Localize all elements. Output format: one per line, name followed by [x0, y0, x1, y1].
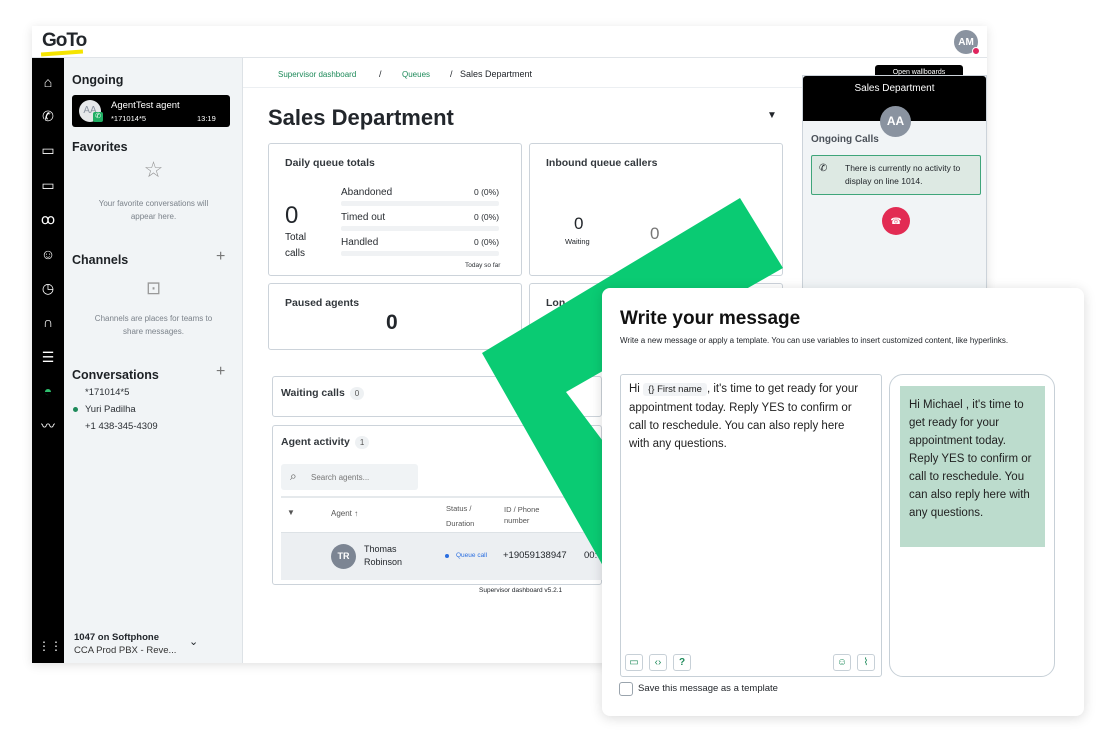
sms-preview: Hi Michael , it's time to get ready for …	[889, 374, 1055, 677]
code-variable-icon[interactable]: ‹›	[649, 654, 667, 671]
message-text: Hi {} First name, it's time to get ready…	[629, 383, 859, 450]
help-icon[interactable]: ?	[673, 654, 691, 671]
save-template-checkbox[interactable]	[619, 682, 633, 696]
dialog-subtitle: Write a new message or apply a template.…	[620, 336, 1009, 345]
dialog-title: Write your message	[620, 308, 801, 329]
template-icon[interactable]: ▭	[625, 654, 643, 671]
preview-bubble: Hi Michael , it's time to get ready for …	[900, 386, 1045, 547]
variable-chip[interactable]: {} First name	[643, 383, 707, 396]
attachment-icon[interactable]: ⌇	[857, 654, 875, 671]
write-message-dialog: Write your message Write a new message o…	[602, 288, 1084, 716]
save-template-label[interactable]: Save this message as a template	[638, 683, 778, 694]
message-textarea[interactable]: Hi {} First name, it's time to get ready…	[620, 374, 882, 677]
emoji-icon[interactable]: ☺	[833, 654, 851, 671]
